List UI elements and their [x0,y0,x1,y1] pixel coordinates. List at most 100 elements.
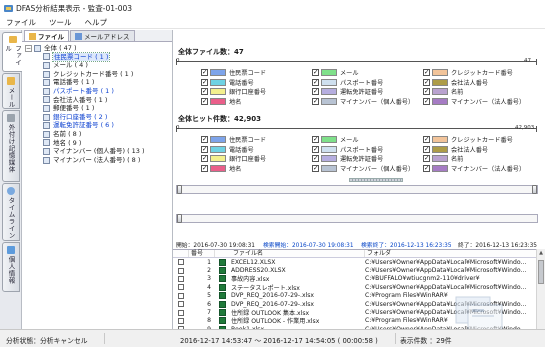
legend-item[interactable]: 地名 [201,97,312,106]
legend-item[interactable]: マイナンバー（個人番号） [312,164,423,173]
color-swatch [432,165,448,173]
legend-item[interactable]: 電話番号 [201,145,312,153]
file-legend: 住民票コード メール クレジットカード番号 電話番号 パスポート番号 会社法人番… [201,68,527,106]
range-end-handle[interactable] [532,185,537,194]
legend-item[interactable]: マイナンバー（法人番号） [423,164,527,173]
range-slider-secondary[interactable] [176,214,538,223]
checkbox[interactable] [423,78,430,86]
tree-item[interactable]: クレジットカード番号 ( 1 ) [25,70,172,79]
row-checkbox[interactable] [178,259,184,266]
tree-item[interactable]: パスポート番号 ( 1 ) [25,87,172,96]
checkbox[interactable] [423,145,430,153]
checkbox[interactable] [312,78,319,86]
checkbox[interactable] [423,155,430,163]
subtab-mail-address[interactable]: メールアドレス [70,30,135,41]
row-checkbox[interactable] [178,284,184,291]
checkbox[interactable] [201,68,208,76]
tree-item[interactable]: 地名 ( 9 ) [25,139,172,148]
grid-header: 番号 ファイル名 フォルダ [173,250,545,258]
col-filename[interactable]: ファイル名 [215,250,365,257]
checkbox[interactable] [423,164,430,173]
checkbox[interactable] [312,135,319,143]
tree-root[interactable]: − 全体 ( 47 ) [25,44,172,53]
legend-item[interactable]: 名前 [423,88,527,96]
col-folder[interactable]: フォルダ [365,250,531,257]
range-start-handle[interactable] [177,214,182,223]
row-checkbox[interactable] [178,292,184,299]
legend-item[interactable]: 運転免許証番号 [312,88,423,96]
tree-item[interactable]: 住民票コード ( 1 ) [25,51,172,63]
row-checkbox[interactable] [178,309,184,316]
legend-item[interactable]: クレジットカード番号 [423,135,527,144]
row-checkbox[interactable] [178,317,184,324]
checkbox[interactable] [423,97,430,106]
hit-scale-start: 0 [176,125,180,131]
checkbox[interactable] [312,97,319,106]
row-checkbox[interactable] [178,267,184,274]
legend-item[interactable]: メール [312,135,423,144]
menu-help[interactable]: ヘルプ [85,17,108,28]
legend-item[interactable]: 名前 [423,155,527,163]
side-tab-external-media[interactable]: 外付け記憶媒体 [2,110,20,182]
scroll-up-icon[interactable]: ▲ [537,249,545,257]
collapse-icon[interactable]: − [25,44,32,52]
menu-tools[interactable]: ツール [49,17,72,28]
subtab-file[interactable]: ファイル [24,30,69,41]
checkbox[interactable] [423,135,430,143]
checkbox[interactable] [201,88,208,96]
side-tab-personal-info[interactable]: 個人情報 [2,242,20,292]
scroll-thumb[interactable] [538,260,544,284]
tree-item[interactable]: 郵便番号 ( 1 ) [25,104,172,113]
legend-item[interactable]: クレジットカード番号 [423,68,527,77]
col-number[interactable]: 番号 [189,250,215,257]
tree-item[interactable]: 運転免許証番号 ( 6 ) [25,121,172,130]
legend-item[interactable]: マイナンバー（個人番号） [312,97,423,106]
hit-scale-end: 42,903 [515,125,535,131]
legend-item[interactable]: マイナンバー（法人番号） [423,97,527,106]
legend-item[interactable]: 運転免許証番号 [312,155,423,163]
tree-item[interactable]: 名前 ( 8 ) [25,130,172,139]
mail-address-icon [75,32,82,40]
checkbox[interactable] [423,68,430,76]
checkbox[interactable] [201,135,208,143]
color-swatch [210,88,226,96]
checkbox[interactable] [312,145,319,153]
legend-item[interactable]: 電話番号 [201,78,312,86]
checkbox[interactable] [312,88,319,96]
checkbox[interactable] [201,155,208,163]
checkbox[interactable] [312,155,319,163]
checkbox[interactable] [201,78,208,86]
tree-item[interactable]: マイナンバー (個人番号) ( 13 ) [25,147,172,156]
legend-item[interactable]: パスポート番号 [312,78,423,86]
splitter-grip[interactable] [349,178,403,182]
legend-item[interactable]: 会社法人番号 [423,145,527,153]
legend-item[interactable]: 銀行口座番号 [201,88,312,96]
checkbox[interactable] [312,68,319,76]
side-tab-timeline[interactable]: タイムライン [2,183,20,241]
tree-item[interactable]: 会社法人番号 ( 1 ) [25,96,172,105]
side-tab-file[interactable]: ファイル [2,32,22,72]
menu-file[interactable]: ファイル [6,17,36,28]
checkbox[interactable] [423,88,430,96]
table-row[interactable]: 1 EXCEL12.XLSX C:¥Users¥Owner¥AppData¥Loca… [173,258,545,266]
tree-item[interactable]: 電話番号 ( 1 ) [25,78,172,87]
legend-item[interactable]: 住民票コード [201,135,312,144]
range-slider[interactable] [176,185,538,194]
legend-item[interactable]: 銀行口座番号 [201,155,312,163]
legend-item[interactable]: パスポート番号 [312,145,423,153]
range-start-handle[interactable] [177,185,182,194]
checkbox[interactable] [312,164,319,173]
legend-item[interactable]: メール [312,68,423,77]
legend-item[interactable]: 会社法人番号 [423,78,527,86]
tree-item[interactable]: マイナンバー (法人番号) ( 8 ) [25,156,172,165]
row-checkbox[interactable] [178,275,184,282]
side-tab-mail[interactable]: メール [2,73,20,109]
row-checkbox[interactable] [178,301,184,308]
checkbox[interactable] [201,97,208,106]
legend-item[interactable]: 地名 [201,164,312,173]
checkbox[interactable] [201,145,208,153]
tree-item[interactable]: メール ( 4 ) [25,61,172,70]
tree-node-icon [43,96,50,104]
legend-item[interactable]: 住民票コード [201,68,312,77]
checkbox[interactable] [201,164,208,173]
